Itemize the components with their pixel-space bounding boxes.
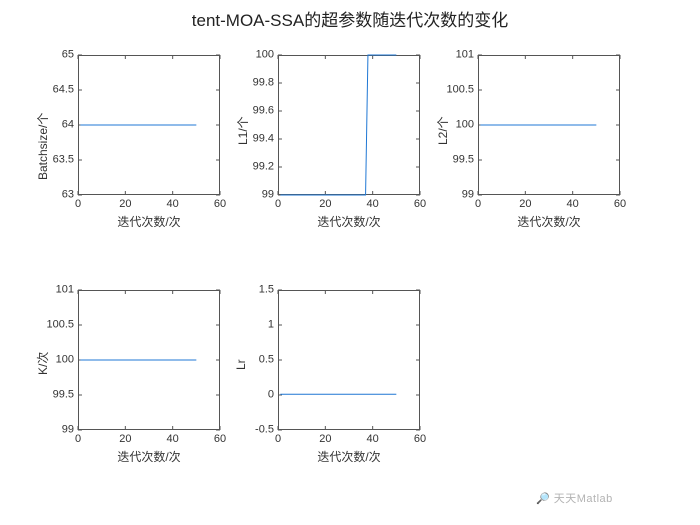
figure: tent-MOA-SSA的超参数随迭代次数的变化 02040606363.564… [0,0,700,525]
x-axis-label: 迭代次数/次 [278,448,420,465]
plot-svg [0,0,700,525]
subplot-5: 0204060-0.500.511.5Lr迭代次数/次 [0,0,700,525]
watermark: 🔎 天天Matlab [536,490,613,506]
y-axis-label: Lr [234,359,248,370]
